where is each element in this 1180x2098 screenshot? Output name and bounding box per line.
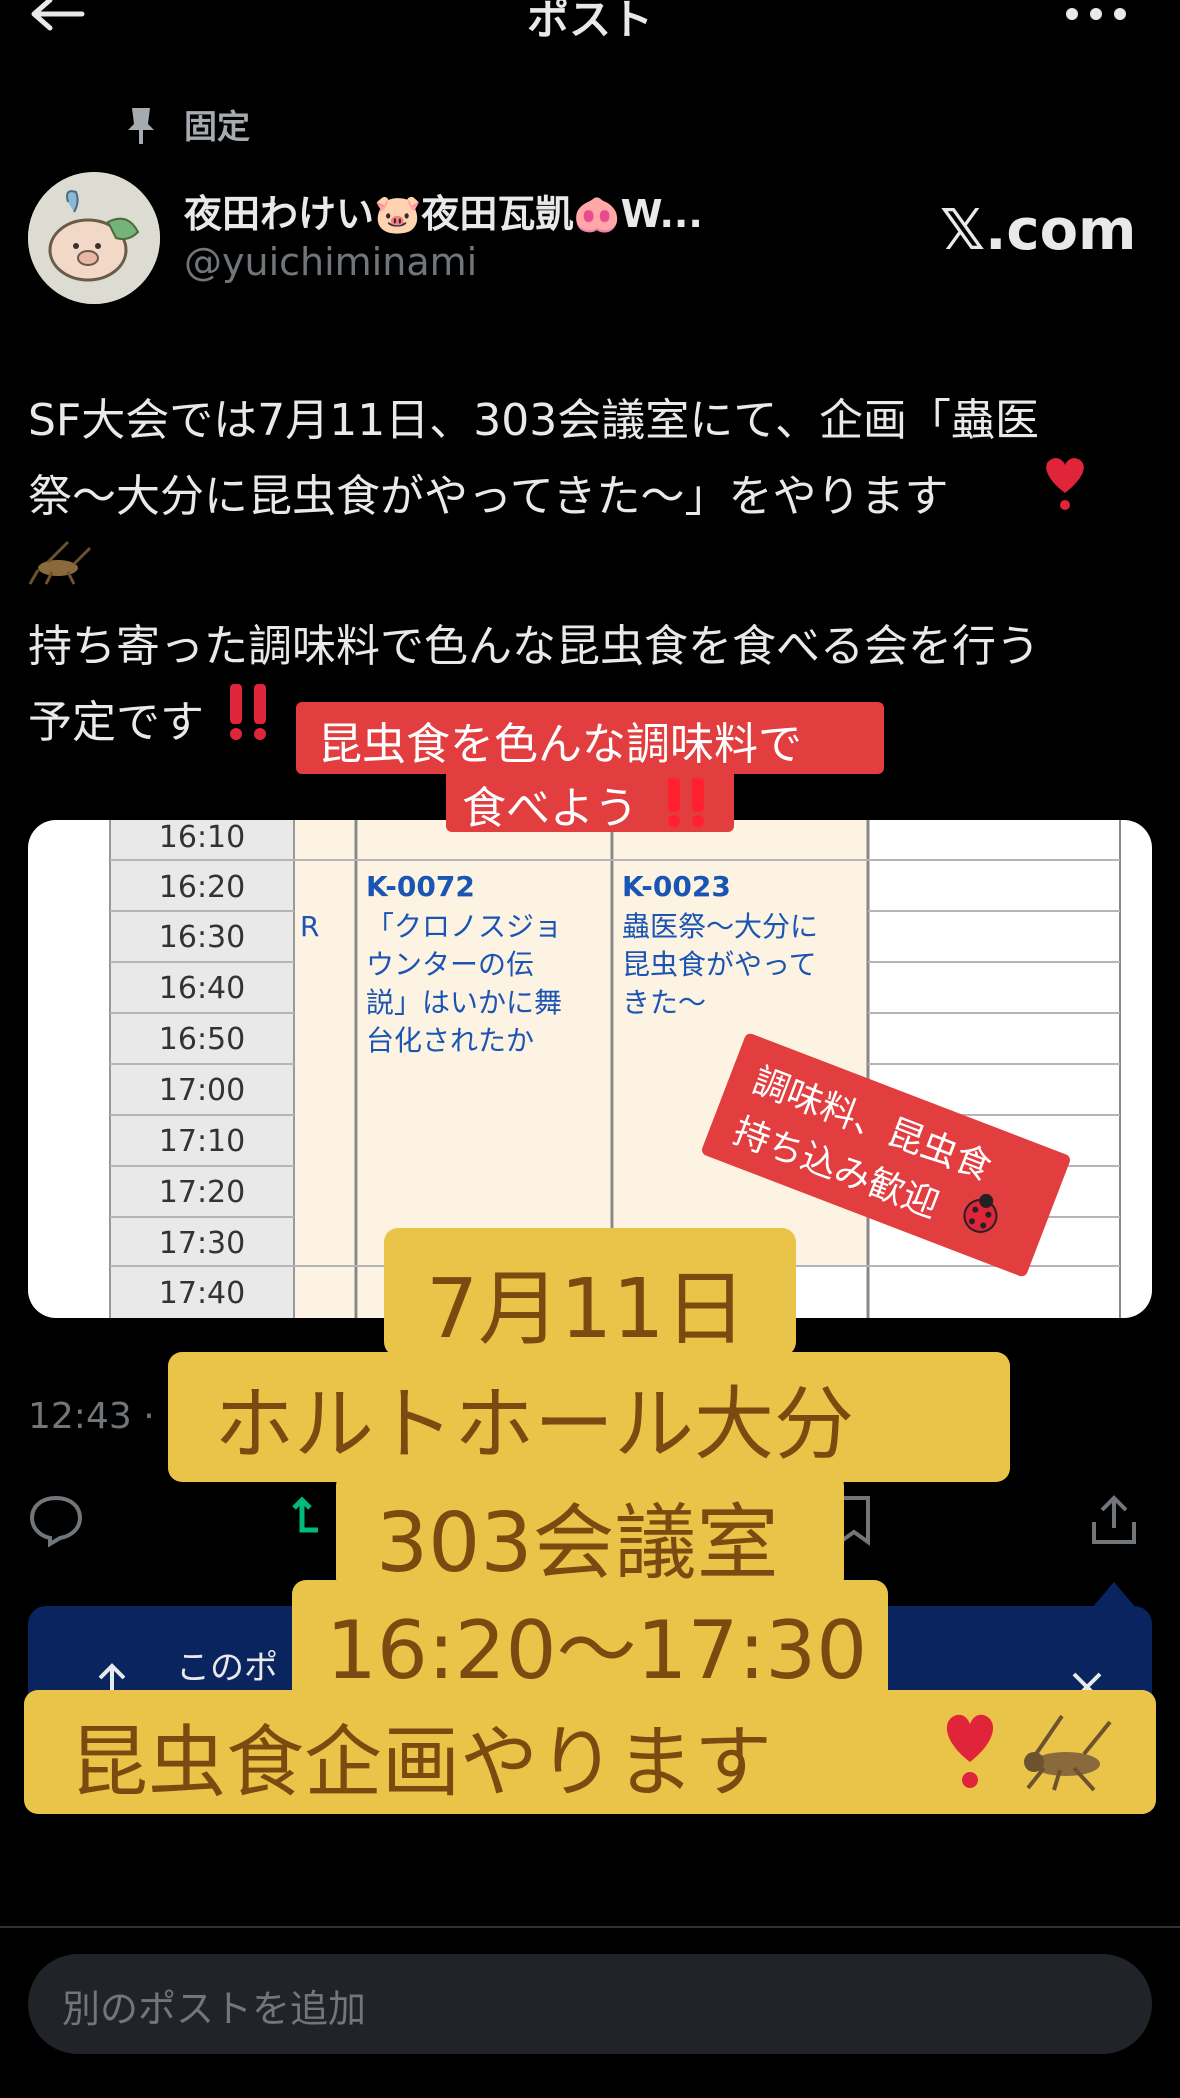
overlay-date: 7月11日 <box>426 1262 747 1357</box>
pinned-label: 固定 <box>184 107 250 146</box>
reply-icon[interactable] <box>28 1492 84 1548</box>
ladybug-icon <box>963 1193 998 1233</box>
reply-placeholder: 別のポストを追加 <box>62 1987 367 2031</box>
xcom-badge: 𝕏.com <box>940 198 1137 263</box>
event-title-line: 「クロノスジョ <box>366 910 563 943</box>
event-title-line: 説」はいかに舞 <box>366 986 563 1019</box>
heart-emoji-icon <box>1046 458 1084 510</box>
time-slot: 17:10 <box>158 1124 246 1159</box>
double-exclamation-icon <box>230 684 266 740</box>
share-icon[interactable] <box>1086 1492 1142 1548</box>
more-options-icon[interactable] <box>1064 2 1128 28</box>
event-title-line: 台化されたか <box>366 1024 535 1057</box>
room-letter: R <box>300 910 320 943</box>
cricket-icon <box>1024 1714 1112 1792</box>
time-slot: 17:20 <box>158 1175 246 1210</box>
page-title: ポスト <box>526 0 653 44</box>
post-text-line-1: SF大会では7月11日、303会議室にて、企画「蟲医 <box>28 395 1040 446</box>
display-name[interactable]: 夜田わけい🐷夜田瓦凱🐽W... <box>184 183 703 238</box>
overlay-room: 303会議室 <box>376 1496 779 1591</box>
post-timestamp[interactable]: 12:43 · <box>28 1396 155 1437</box>
bottom-divider <box>0 1926 1180 1928</box>
event-title-line: きた〜 <box>622 986 707 1019</box>
overlay-venue: ホルトホール大分 <box>214 1378 854 1471</box>
pin-icon <box>128 108 154 144</box>
time-slot: 17:00 <box>158 1073 246 1108</box>
time-slot: 17:40 <box>158 1276 246 1311</box>
overlay-time: 16:20〜17:30 <box>326 1604 868 1697</box>
time-slot: 17:30 <box>158 1226 246 1261</box>
time-slot: 16:10 <box>158 820 246 855</box>
event-code: K-0072 <box>366 870 475 903</box>
event-code: K-0023 <box>622 870 731 903</box>
overlay-red-line-1: 昆虫食を色んな調味料で <box>318 719 802 770</box>
overlay-tagline: 昆虫食企画やります <box>70 1718 773 1808</box>
post-text-line-4: 予定です <box>28 697 204 748</box>
avatar-illustration <box>28 172 160 304</box>
event-title-line: ウンターの伝 <box>366 948 535 981</box>
event-title-line: 昆虫食がやって <box>622 948 817 981</box>
avatar[interactable] <box>28 172 160 304</box>
time-slot: 16:50 <box>158 1022 246 1057</box>
double-exclamation-icon <box>668 778 704 827</box>
overlay-red-line-2: 食べよう <box>462 783 638 834</box>
time-slot: 16:20 <box>158 870 246 905</box>
event-title-line: 蟲医祭〜大分に <box>622 910 819 943</box>
heart-exclamation-icon <box>946 1714 994 1788</box>
post-text-line-2: 祭〜大分に昆虫食がやってきた〜」をやります <box>28 471 949 522</box>
time-slot: 16:30 <box>158 920 246 955</box>
time-slot: 16:40 <box>158 971 246 1006</box>
cricket-emoji-icon <box>28 540 92 585</box>
promo-pointer <box>1092 1582 1136 1608</box>
user-handle[interactable]: @yuichiminami <box>184 240 477 284</box>
post-text-line-3: 持ち寄った調味料で色んな昆虫食を食べる会を行う <box>28 621 1040 672</box>
